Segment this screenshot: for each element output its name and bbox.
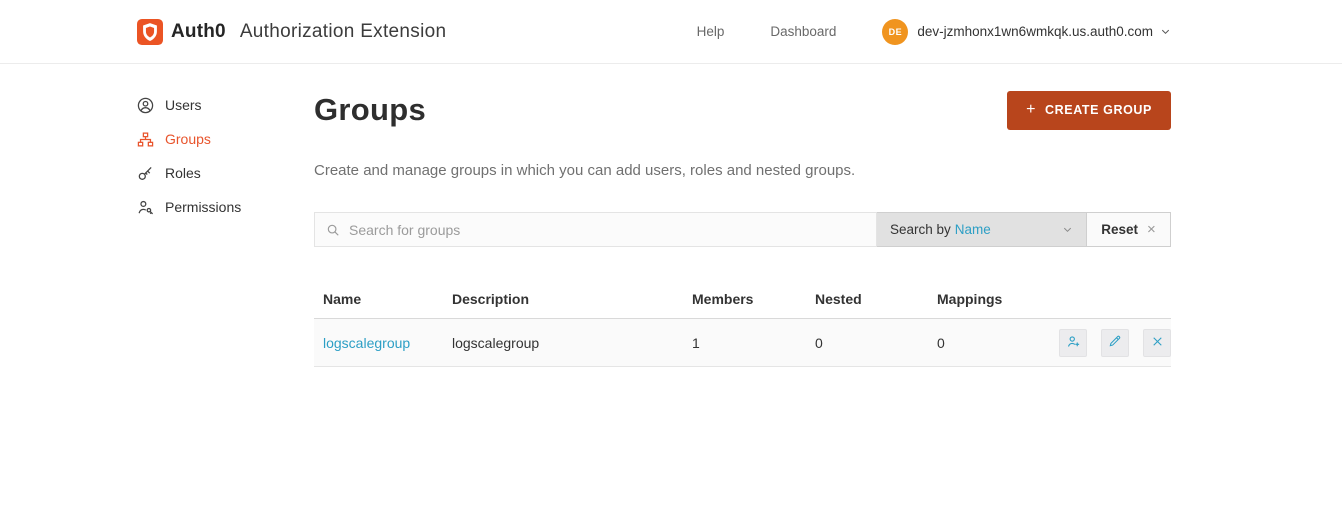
search-input[interactable] bbox=[349, 221, 865, 238]
groups-table: Name Description Members Nested Mappings… bbox=[314, 279, 1171, 367]
search-by-dropdown[interactable]: Search by Name bbox=[877, 212, 1087, 247]
group-name-link[interactable]: logscalegroup bbox=[323, 335, 410, 351]
group-description: logscalegroup bbox=[452, 334, 540, 351]
dashboard-link[interactable]: Dashboard bbox=[770, 24, 836, 39]
top-nav: Help Dashboard DE dev-jzmhonx1wn6wmkqk.u… bbox=[697, 18, 1171, 45]
group-mappings-count: 0 bbox=[937, 334, 945, 351]
account-menu[interactable]: DE dev-jzmhonx1wn6wmkqk.us.auth0.com bbox=[882, 18, 1171, 45]
table-header: Name Description Members Nested Mappings bbox=[314, 279, 1171, 319]
column-header-nested: Nested bbox=[815, 290, 862, 307]
avatar: DE bbox=[882, 18, 909, 45]
sidebar-item-label: Users bbox=[165, 97, 202, 113]
plus-icon: + bbox=[1026, 101, 1037, 118]
app-title: Authorization Extension bbox=[239, 20, 447, 42]
table-row: logscalegroup logscalegroup 1 0 0 bbox=[314, 319, 1171, 367]
user-circle-icon bbox=[137, 97, 154, 114]
column-header-members: Members bbox=[692, 290, 754, 307]
user-key-icon bbox=[137, 199, 154, 216]
sidebar-item-label: Groups bbox=[165, 131, 211, 147]
brand-name: Auth0 bbox=[171, 20, 226, 42]
account-domain: dev-jzmhonx1wn6wmkqk.us.auth0.com bbox=[917, 24, 1153, 39]
row-actions bbox=[1041, 328, 1171, 357]
create-group-button[interactable]: + CREATE GROUP bbox=[1007, 90, 1171, 130]
sidebar-item-users[interactable]: Users bbox=[137, 88, 314, 122]
help-link[interactable]: Help bbox=[697, 24, 725, 39]
auth0-logo-icon bbox=[137, 18, 163, 45]
key-icon bbox=[137, 165, 154, 182]
search-box bbox=[314, 212, 877, 247]
close-icon: × bbox=[1147, 221, 1156, 238]
reset-button[interactable]: Reset × bbox=[1087, 212, 1171, 247]
top-bar: Auth0 Authorization Extension Help Dashb… bbox=[0, 0, 1342, 64]
pencil-icon bbox=[1108, 334, 1122, 351]
create-group-label: CREATE GROUP bbox=[1045, 103, 1152, 117]
sidebar-item-roles[interactable]: Roles bbox=[137, 156, 314, 190]
sidebar-item-label: Permissions bbox=[165, 199, 242, 215]
column-header-mappings: Mappings bbox=[937, 290, 1003, 307]
page-title: Groups bbox=[314, 92, 427, 127]
search-by-value: Name bbox=[954, 222, 991, 237]
sidebar: Users Groups Roles Permissions bbox=[137, 64, 314, 367]
search-bar: Search byName Reset × bbox=[314, 212, 1171, 247]
page-subtitle: Create and manage groups in which you ca… bbox=[314, 162, 856, 179]
chevron-down-icon bbox=[1160, 26, 1171, 37]
column-header-name: Name bbox=[323, 290, 362, 307]
sitemap-icon bbox=[137, 131, 154, 148]
x-icon bbox=[1151, 335, 1164, 351]
group-members-count: 1 bbox=[692, 334, 700, 351]
user-plus-icon bbox=[1066, 334, 1081, 352]
chevron-down-icon bbox=[1062, 224, 1073, 235]
add-member-button[interactable] bbox=[1059, 328, 1087, 357]
brand-group: Auth0 Authorization Extension bbox=[137, 18, 447, 45]
group-nested-count: 0 bbox=[815, 334, 823, 351]
sidebar-item-groups[interactable]: Groups bbox=[137, 122, 314, 156]
edit-group-button[interactable] bbox=[1101, 328, 1129, 357]
column-header-description: Description bbox=[452, 290, 530, 307]
sidebar-item-label: Roles bbox=[165, 165, 201, 181]
search-icon bbox=[326, 223, 340, 237]
sidebar-item-permissions[interactable]: Permissions bbox=[137, 190, 314, 224]
search-by-text: Search by Name bbox=[890, 222, 991, 237]
reset-label: Reset bbox=[1101, 222, 1138, 237]
delete-group-button[interactable] bbox=[1143, 328, 1171, 357]
search-by-label: Search by bbox=[890, 222, 951, 237]
